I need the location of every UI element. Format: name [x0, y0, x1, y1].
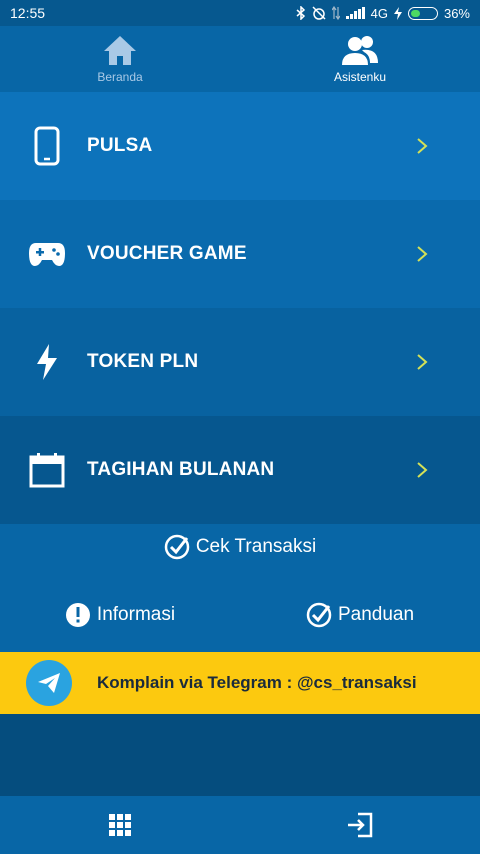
product-menu: PULSA VOUCHER GAME TOKEN PLN TAGIHAN BUL… [0, 92, 480, 524]
phone-icon [28, 126, 66, 166]
chevron-right-icon [412, 461, 432, 479]
banner-text: Komplain via Telegram : @cs_transaksi [97, 673, 417, 692]
status-time: 12:55 [10, 5, 46, 21]
menu-item-token-pln[interactable]: TOKEN PLN [0, 308, 480, 416]
panduan-label: Panduan [337, 604, 415, 625]
grid-icon [109, 814, 131, 836]
top-nav: Beranda Asistenku [0, 26, 480, 92]
informasi-label: Informasi [96, 604, 176, 625]
battery-icon [407, 6, 438, 20]
tab-beranda[interactable]: Beranda [0, 26, 240, 92]
home-icon [104, 36, 136, 65]
gamepad-icon [28, 235, 66, 273]
chevron-right-icon [412, 245, 432, 263]
logout-icon [348, 812, 373, 838]
battery-level: 36% [443, 5, 470, 21]
lightning-icon [28, 343, 66, 381]
status-icons: 4G 36% [296, 6, 470, 21]
menu-item-pulsa[interactable]: PULSA [0, 92, 480, 200]
tab-label: Beranda [97, 70, 143, 84]
users-icon [342, 36, 378, 65]
grid-menu-button[interactable] [0, 796, 240, 854]
empty-area [0, 714, 480, 796]
bottom-bar [0, 796, 480, 854]
cek-transaksi-label: Cek Transaksi [195, 536, 317, 557]
calendar-icon [28, 451, 66, 489]
data-arrows-icon [331, 6, 340, 20]
status-bar: 12:55 4G 36% [0, 0, 480, 26]
panduan-button[interactable]: Panduan [240, 602, 480, 628]
chevron-right-icon [412, 353, 432, 371]
menu-item-label: PULSA [87, 135, 153, 156]
charging-icon [393, 6, 402, 20]
check-circle-icon [306, 602, 332, 628]
tab-asistenku[interactable]: Asistenku [240, 26, 480, 92]
telegram-icon [26, 660, 72, 706]
signal-icon [345, 7, 365, 19]
telegram-complaint-banner[interactable]: Komplain via Telegram : @cs_transaksi [0, 652, 480, 714]
menu-item-tagihan-bulanan[interactable]: TAGIHAN BULANAN [0, 416, 480, 524]
informasi-button[interactable]: Informasi [0, 602, 240, 628]
chevron-right-icon [412, 137, 432, 155]
menu-item-label: VOUCHER GAME [87, 243, 247, 264]
check-circle-icon [164, 534, 190, 560]
tab-label: Asistenku [333, 70, 387, 84]
info-row: Informasi Panduan [0, 602, 480, 628]
bluetooth-icon [296, 6, 305, 20]
cek-transaksi-button[interactable]: Cek Transaksi [0, 534, 480, 560]
menu-item-label: TAGIHAN BULANAN [87, 459, 275, 480]
alarm-off-icon [312, 6, 326, 20]
info-icon [65, 603, 90, 627]
logout-button[interactable] [240, 796, 480, 854]
menu-item-label: TOKEN PLN [87, 351, 199, 372]
network-type: 4G [370, 5, 388, 21]
menu-item-voucher-game[interactable]: VOUCHER GAME [0, 200, 480, 308]
